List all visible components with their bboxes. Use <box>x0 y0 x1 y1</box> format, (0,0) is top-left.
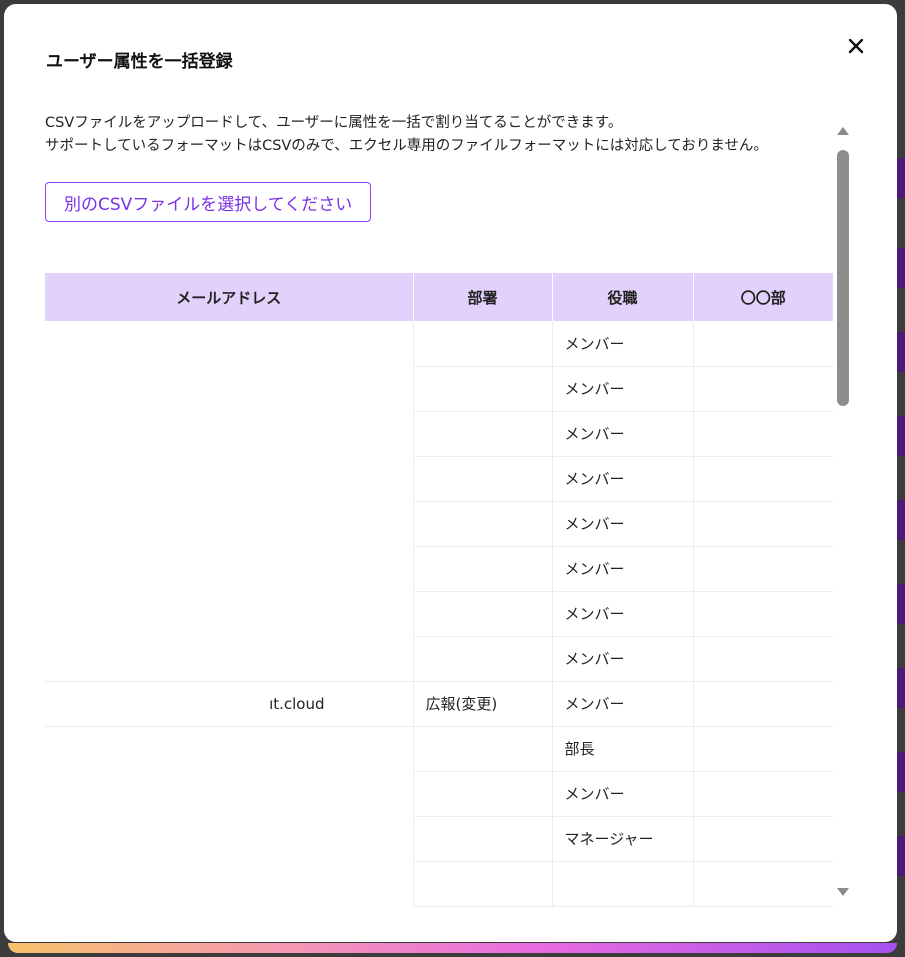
custom-cell <box>693 411 833 457</box>
column-header-position: 役職 <box>552 273 694 321</box>
table-row: メンバー <box>45 636 833 682</box>
department-cell <box>413 636 553 682</box>
table-row: メンバー <box>45 591 833 637</box>
custom-cell <box>693 861 833 907</box>
background-gradient-bar <box>8 943 897 953</box>
position-cell: マネージャー <box>552 816 694 862</box>
position-cell: メンバー <box>552 546 694 592</box>
table-row: メンバー <box>45 366 833 412</box>
custom-cell <box>693 456 833 502</box>
table-row: メンバー <box>45 321 833 367</box>
department-cell <box>413 366 553 412</box>
department-cell <box>413 816 553 862</box>
table-row: メンバー <box>45 501 833 547</box>
department-cell <box>413 321 553 367</box>
custom-cell <box>693 816 833 862</box>
email-cell <box>45 636 414 682</box>
email-cell <box>45 321 414 367</box>
modal-title: ユーザー属性を一括登録 <box>46 52 233 72</box>
department-cell <box>413 726 553 772</box>
position-cell: メンバー <box>552 771 694 817</box>
email-cell <box>45 366 414 412</box>
description-line-2: サポートしているフォーマットはCSVのみで、エクセル専用のファイルフォーマットに… <box>45 138 768 154</box>
scrollbar-thumb[interactable] <box>837 150 849 406</box>
position-cell: メンバー <box>552 591 694 637</box>
table-row: ıt.cloud 広報(変更) メンバー <box>45 681 833 727</box>
column-header-email: メールアドレス <box>45 273 414 321</box>
email-cell <box>45 591 414 637</box>
close-button[interactable] <box>841 31 871 61</box>
department-cell <box>413 546 553 592</box>
custom-cell <box>693 366 833 412</box>
select-csv-file-button[interactable]: 別のCSVファイルを選択してください <box>45 182 372 222</box>
table-row <box>45 861 833 907</box>
table-header-row: メールアドレス 部署 役職 〇〇部 <box>45 273 833 321</box>
custom-cell <box>693 726 833 772</box>
department-cell <box>413 861 553 907</box>
column-header-custom: 〇〇部 <box>693 273 833 321</box>
email-cell <box>45 411 414 457</box>
email-cell <box>45 456 414 502</box>
table-row: メンバー <box>45 411 833 457</box>
department-cell <box>413 591 553 637</box>
department-cell <box>413 411 553 457</box>
email-cell <box>45 771 414 817</box>
bulk-attribute-modal: ユーザー属性を一括登録 CSVファイルをアップロードして、ユーザーに属性を一括で… <box>4 4 897 942</box>
department-cell <box>413 501 553 547</box>
custom-cell <box>693 321 833 367</box>
custom-cell <box>693 591 833 637</box>
table-row: メンバー <box>45 771 833 817</box>
position-cell: メンバー <box>552 366 694 412</box>
position-cell: メンバー <box>552 501 694 547</box>
scroll-up-arrow-icon[interactable] <box>837 127 849 135</box>
custom-cell <box>693 636 833 682</box>
attribute-table: メールアドレス 部署 役職 〇〇部 メンバー メンバー メンバー メンバー メン… <box>45 273 833 907</box>
department-cell <box>413 456 553 502</box>
email-cell <box>45 726 414 772</box>
table-row: メンバー <box>45 546 833 592</box>
email-cell <box>45 861 414 907</box>
position-cell: 部長 <box>552 726 694 772</box>
close-icon <box>848 38 864 54</box>
custom-cell <box>693 501 833 547</box>
email-cell <box>45 546 414 592</box>
position-cell <box>552 861 694 907</box>
modal-content: CSVファイルをアップロードして、ユーザーに属性を一括で割り当てることができます… <box>45 112 835 908</box>
email-cell <box>45 816 414 862</box>
department-cell <box>413 771 553 817</box>
table-row: 部長 <box>45 726 833 772</box>
custom-cell <box>693 546 833 592</box>
email-cell <box>45 501 414 547</box>
table-row: メンバー <box>45 456 833 502</box>
column-header-department: 部署 <box>413 273 553 321</box>
position-cell: メンバー <box>552 636 694 682</box>
email-cell: ıt.cloud <box>45 681 414 727</box>
description-line-1: CSVファイルをアップロードして、ユーザーに属性を一括で割り当てることができます… <box>45 115 623 131</box>
vertical-scrollbar[interactable] <box>833 112 853 908</box>
department-cell: 広報(変更) <box>413 681 553 727</box>
position-cell: メンバー <box>552 456 694 502</box>
custom-cell <box>693 681 833 727</box>
position-cell: メンバー <box>552 411 694 457</box>
scroll-down-arrow-icon[interactable] <box>837 888 849 896</box>
position-cell: メンバー <box>552 681 694 727</box>
table-row: マネージャー <box>45 816 833 862</box>
custom-cell <box>693 771 833 817</box>
position-cell: メンバー <box>552 321 694 367</box>
